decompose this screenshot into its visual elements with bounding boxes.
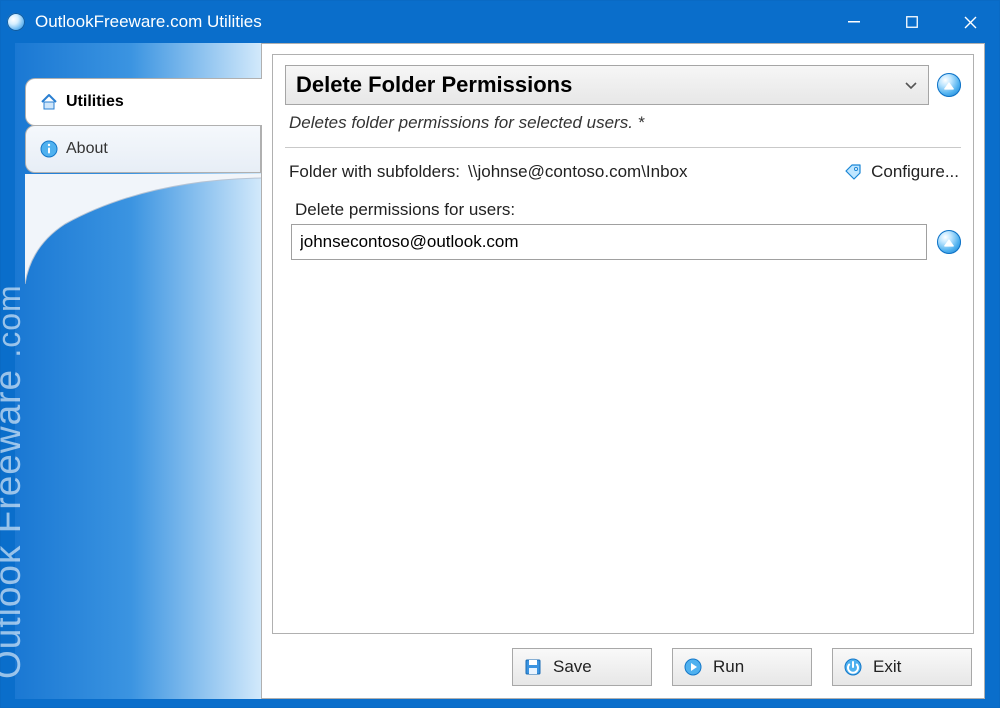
sidebar: Utilities About Outlook Freeware .com: [1, 43, 261, 699]
window-controls: [825, 1, 999, 43]
configure-link[interactable]: Configure...: [871, 162, 959, 182]
tab-label: About: [66, 140, 108, 158]
tab-blend-decoration: [25, 174, 261, 284]
folder-value: \\johnse@contoso.com\Inbox: [468, 162, 688, 182]
save-label: Save: [553, 657, 592, 677]
folder-row: Folder with subfolders: \\johnse@contoso…: [285, 160, 961, 200]
panel-description: Deletes folder permissions for selected …: [285, 105, 961, 147]
panel-heading-text: Delete Folder Permissions: [296, 72, 572, 98]
permissions-action-button[interactable]: [937, 230, 961, 254]
window-title: OutlookFreeware.com Utilities: [35, 12, 825, 32]
play-icon: [683, 657, 703, 677]
tab-utilities[interactable]: Utilities: [25, 78, 262, 126]
permissions-input[interactable]: [291, 224, 927, 260]
collapse-panel-button[interactable]: [937, 73, 961, 97]
window-body: Utilities About Outlook Freeware .com: [1, 43, 999, 707]
tab-label: Utilities: [66, 93, 124, 111]
brand-main: Outlook Freeware: [0, 369, 28, 679]
main-panel: Delete Folder Permissions Deletes folder…: [261, 43, 985, 699]
power-icon: [843, 657, 863, 677]
titlebar: OutlookFreeware.com Utilities: [1, 1, 999, 43]
permissions-label: Delete permissions for users:: [285, 200, 961, 220]
info-icon: [40, 140, 58, 158]
panel-header-row: Delete Folder Permissions: [285, 65, 961, 105]
maximize-button[interactable]: [883, 1, 941, 43]
footer-buttons: Save Run: [262, 644, 984, 698]
eject-up-icon: [944, 239, 954, 246]
app-icon: [7, 13, 25, 31]
tag-icon: [843, 162, 863, 182]
run-label: Run: [713, 657, 744, 677]
panel-heading-dropdown[interactable]: Delete Folder Permissions: [285, 65, 929, 105]
minimize-button[interactable]: [825, 1, 883, 43]
save-icon: [523, 657, 543, 677]
brand-watermark: Outlook Freeware .com: [0, 284, 29, 679]
folder-label: Folder with subfolders:: [289, 162, 460, 182]
app-window: OutlookFreeware.com Utilities: [0, 0, 1000, 708]
content-area: Delete Folder Permissions Deletes folder…: [272, 54, 974, 634]
eject-up-icon: [944, 82, 954, 89]
home-icon: [40, 93, 58, 111]
close-button[interactable]: [941, 1, 999, 43]
save-button[interactable]: Save: [512, 648, 652, 686]
permissions-row: [285, 224, 961, 260]
run-button[interactable]: Run: [672, 648, 812, 686]
chevron-down-icon: [904, 77, 918, 93]
exit-button[interactable]: Exit: [832, 648, 972, 686]
brand-domain: .com: [0, 284, 27, 357]
divider: [285, 147, 961, 148]
exit-label: Exit: [873, 657, 901, 677]
tab-about[interactable]: About: [25, 125, 261, 173]
